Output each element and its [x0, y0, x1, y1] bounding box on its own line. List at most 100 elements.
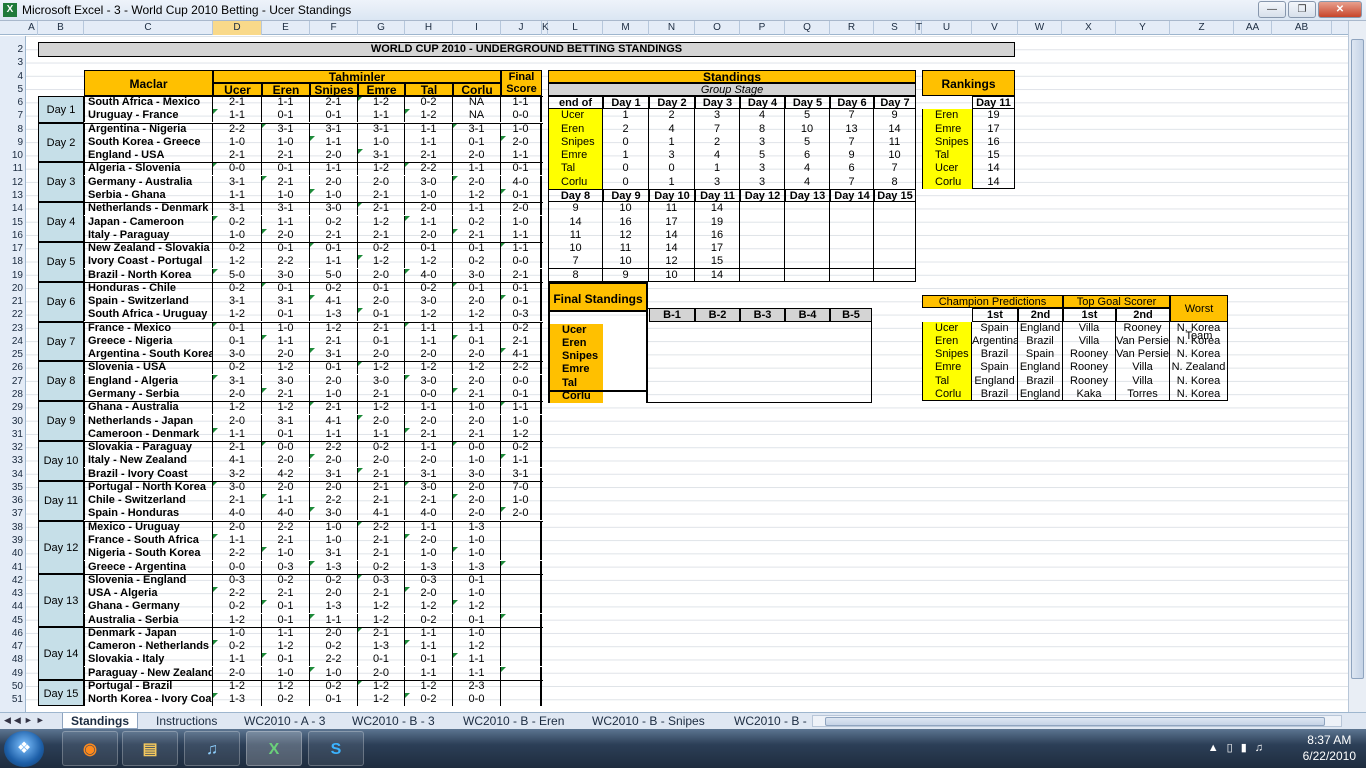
prediction-cell[interactable]: 3-1 — [358, 149, 405, 163]
prediction-cell[interactable]: 3-0 — [405, 374, 453, 388]
prediction-cell[interactable]: 1-0 — [262, 188, 310, 202]
row-header-18[interactable]: 18 — [0, 255, 25, 268]
prediction-cell[interactable]: 2-2 — [262, 520, 310, 534]
standings-score[interactable]: 10 — [649, 268, 695, 282]
match-name[interactable]: South Korea - Greece — [84, 135, 213, 149]
match-name[interactable]: Ivory Coast - Portugal — [84, 255, 213, 269]
row-header-16[interactable]: 16 — [0, 229, 25, 242]
restore-button[interactable]: ❐ — [1288, 1, 1316, 18]
prediction-cell[interactable]: 0-1 — [358, 281, 405, 295]
row-header-10[interactable]: 10 — [0, 149, 25, 162]
match-name[interactable]: Italy - New Zealand — [84, 454, 213, 468]
row-header-24[interactable]: 24 — [0, 335, 25, 348]
prediction-cell[interactable]: 2-0 — [453, 494, 501, 508]
prediction-cell[interactable]: 1-1 — [310, 427, 358, 441]
prediction-cell[interactable]: 0-1 — [213, 321, 262, 335]
row-header-29[interactable]: 29 — [0, 401, 25, 414]
column-header-d[interactable]: D — [213, 21, 262, 35]
standings-empty-cell[interactable] — [830, 268, 874, 282]
prediction-cell[interactable]: 1-2 — [405, 308, 453, 322]
prediction-cell[interactable]: 2-0 — [310, 454, 358, 468]
tab-wc2010-b[interactable]: WC2010 - B - — [726, 713, 815, 729]
prediction-cell[interactable]: 0-2 — [405, 96, 453, 110]
row-header-14[interactable]: 14 — [0, 202, 25, 215]
prediction-cell[interactable]: 3-0 — [213, 348, 262, 362]
prediction-cell[interactable]: 0-1 — [358, 308, 405, 322]
prediction-cell[interactable]: 0-2 — [310, 573, 358, 587]
firefox-icon[interactable]: ◉ — [62, 731, 118, 766]
row-header-27[interactable]: 27 — [0, 375, 25, 388]
column-header-h[interactable]: H — [405, 21, 453, 35]
ranking-name[interactable]: Corlu — [922, 175, 972, 189]
prediction-cell[interactable]: 3-0 — [310, 202, 358, 216]
prediction-cell[interactable]: 2-1 — [213, 149, 262, 163]
prediction-cell[interactable]: 1-1 — [405, 666, 453, 680]
match-name[interactable]: Ghana - Australia — [84, 401, 213, 415]
column-header-i[interactable]: I — [453, 21, 501, 35]
scroll-thumb[interactable] — [1351, 39, 1364, 679]
prediction-cell[interactable]: 1-0 — [310, 388, 358, 402]
prediction-cell[interactable]: 1-2 — [358, 679, 405, 693]
prediction-cell[interactable]: 0-1 — [213, 334, 262, 348]
prediction-cell[interactable]: 1-0 — [262, 321, 310, 335]
prediction-cell[interactable]: 1-3 — [453, 560, 501, 574]
match-name[interactable]: Netherlands - Japan — [84, 414, 213, 428]
ranking-name[interactable]: Eren — [922, 109, 972, 123]
match-name[interactable]: Brazil - North Korea — [84, 268, 213, 282]
match-name[interactable]: Argentina - South Korea — [84, 348, 213, 362]
prediction-cell[interactable]: 1-1 — [213, 427, 262, 441]
prediction-cell[interactable]: 3-0 — [262, 268, 310, 282]
prediction-cell[interactable]: 0-1 — [405, 242, 453, 256]
prediction-cell[interactable]: 1-2 — [358, 162, 405, 176]
prediction-value[interactable]: Brazil — [972, 388, 1018, 402]
column-header-e[interactable]: E — [262, 21, 310, 35]
prediction-cell[interactable]: 1-0 — [262, 666, 310, 680]
prediction-player[interactable]: Emre — [922, 361, 972, 375]
match-name[interactable]: England - USA — [84, 149, 213, 163]
prediction-cell[interactable]: 1-1 — [358, 427, 405, 441]
prediction-cell[interactable]: 2-1 — [358, 202, 405, 216]
tab-wc2010-b-snipes[interactable]: WC2010 - B - Snipes — [584, 713, 713, 729]
prediction-player[interactable]: Ucer — [922, 321, 972, 335]
row-header-33[interactable]: 33 — [0, 454, 25, 467]
final-score-cell[interactable] — [501, 573, 542, 587]
column-header-o[interactable]: O — [695, 21, 740, 35]
prediction-cell[interactable]: 2-0 — [310, 626, 358, 640]
prediction-cell[interactable]: 2-0 — [405, 533, 453, 547]
prediction-cell[interactable]: 2-1 — [262, 388, 310, 402]
prediction-cell[interactable]: 1-0 — [453, 587, 501, 601]
prediction-cell[interactable]: 2-0 — [405, 454, 453, 468]
prediction-value[interactable]: N. Korea — [1170, 334, 1228, 349]
standings-score[interactable]: 9 — [603, 268, 649, 282]
prediction-cell[interactable]: 3-1 — [262, 295, 310, 309]
final-score-cell[interactable]: 4-0 — [501, 175, 542, 189]
match-name[interactable]: Ghana - Germany — [84, 600, 213, 614]
row-header-22[interactable]: 22 — [0, 308, 25, 321]
row-header-46[interactable]: 46 — [0, 627, 25, 640]
column-header-v[interactable]: V — [972, 21, 1018, 35]
prediction-cell[interactable]: 3-0 — [405, 480, 453, 494]
prediction-cell[interactable]: 2-1 — [358, 547, 405, 561]
column-header-w[interactable]: W — [1018, 21, 1062, 35]
prediction-cell[interactable]: 2-2 — [405, 162, 453, 176]
prediction-cell[interactable]: 2-0 — [358, 268, 405, 282]
prediction-cell[interactable]: 2-1 — [310, 228, 358, 242]
clock[interactable]: 8:37 AM 6/22/2010 — [1303, 732, 1356, 764]
tab-wc2010-b-eren[interactable]: WC2010 - B - Eren — [455, 713, 572, 729]
prediction-cell[interactable]: 3-0 — [310, 507, 358, 521]
row-header-19[interactable]: 19 — [0, 269, 25, 282]
prediction-cell[interactable]: 1-2 — [262, 679, 310, 693]
prediction-cell[interactable]: 1-1 — [262, 494, 310, 508]
prediction-cell[interactable]: 1-1 — [358, 109, 405, 123]
prediction-cell[interactable]: 0-2 — [358, 560, 405, 574]
prediction-cell[interactable]: 0-2 — [310, 215, 358, 229]
prediction-cell[interactable]: 1-0 — [453, 533, 501, 547]
ranking-score[interactable]: 17 — [972, 122, 1015, 136]
prediction-value[interactable]: England — [1018, 388, 1063, 402]
standings-empty-cell[interactable] — [740, 268, 785, 282]
prediction-cell[interactable]: 1-0 — [310, 666, 358, 680]
final-score-cell[interactable]: 0-3 — [501, 308, 542, 322]
standings-empty-cell[interactable] — [874, 268, 916, 282]
prediction-value[interactable]: Spain — [1018, 348, 1063, 362]
prediction-cell[interactable]: 0-2 — [310, 679, 358, 693]
